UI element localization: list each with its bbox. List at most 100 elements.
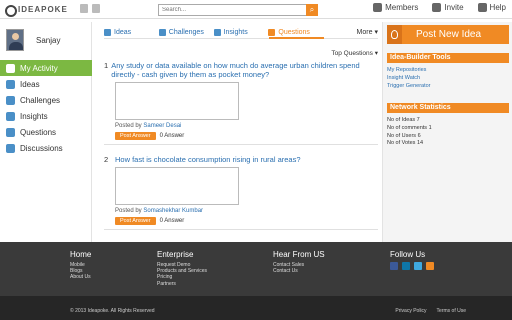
post-answer-button[interactable]: Post Answer [115,132,156,140]
sidebar-item-challenges[interactable]: Challenges [0,92,92,108]
stat-ideas: No of Ideas 7 [387,117,420,123]
facebook-icon[interactable] [390,262,398,270]
question-title-row: 2 How fast is chocolate consumption risi… [104,155,378,164]
search-input[interactable] [159,5,305,15]
question-title[interactable]: Any study or data available on how much … [111,61,378,79]
footer-link[interactable]: Contact Us [273,268,325,274]
members-link[interactable]: Members [373,3,418,12]
invite-icon [432,3,442,12]
sidebar-item-my-activity[interactable]: My Activity [0,60,92,76]
sidebar-item-label: My Activity [20,63,58,73]
copyright: © 2013 Ideapoke. All Rights Reserved [70,308,155,314]
tab-selected-underline [269,37,324,39]
tab-insights[interactable]: Insights [213,26,269,38]
search-box: ⌕ [158,4,318,16]
footer-home: Home Mobile Blogs About Us [70,250,91,281]
tab-divider [104,37,378,39]
legal-links: Privacy Policy Terms of Use [395,308,466,314]
post-answer-button[interactable]: Post Answer [115,217,156,225]
avatar[interactable] [6,29,24,51]
tool-link-insight-watch[interactable]: Insight Watch [387,75,509,83]
answer-count[interactable]: 0 Answer [160,218,185,224]
footer-link[interactable]: Partners [157,281,207,287]
chevron-down-icon: ▾ [374,50,378,57]
logo-icon [4,4,17,17]
rss-icon[interactable] [426,262,434,270]
footer-hear-from-us: Hear From US Contact Sales Contact Us [273,250,325,274]
tab-ideas[interactable]: Ideas [104,26,159,38]
footer-follow-us: Follow Us [390,250,434,270]
sidebar-item-label: Ideas [20,79,40,89]
challenges-icon [6,95,15,105]
ideas-tab-icon [104,28,111,36]
post-new-idea-button[interactable]: Post New Idea [387,25,509,44]
activity-icon [6,63,15,73]
sidebar-item-discussions[interactable]: Discussions [0,140,92,156]
ideas-icon [6,79,15,89]
top-bar: IDEAPOKE ⌕ Members Invite Help [0,0,512,19]
privacy-policy-link[interactable]: Privacy Policy [395,308,426,314]
username[interactable]: Sanjay [36,36,60,45]
content-tabs: Ideas Challenges Insights Questions More… [104,26,378,38]
footer-heading: Follow Us [390,250,426,259]
sidebar-item-label: Questions [20,127,57,137]
sidebar-item-questions[interactable]: Questions [0,124,92,140]
members-label: Members [385,3,419,12]
author-link[interactable]: Somashekhar Kumbar [143,208,203,214]
tab-label: Ideas [114,28,132,36]
main-content: Ideas Challenges Insights Questions More… [100,22,378,242]
linkedin-icon[interactable] [402,262,410,270]
questions-icon [6,127,15,137]
insights-tab-icon [213,28,221,36]
posted-by: Posted by Sameer Desai [115,123,378,129]
tab-more[interactable]: More ▾ [323,26,378,38]
stat-votes: No of Votes 14 [387,140,424,147]
post-new-idea-label: Post New Idea [416,29,482,40]
help-link[interactable]: Help [477,3,506,12]
sidebar-item-label: Discussions [20,143,63,153]
question-title-row: 1 Any study or data available on how muc… [104,61,378,79]
home-icon[interactable] [80,4,88,13]
question-item: 1 Any study or data available on how muc… [104,61,378,145]
sort-dropdown[interactable]: Top Questions ▾ [328,49,378,57]
invite-link[interactable]: Invite [432,3,464,12]
footer-heading: Home [70,250,92,259]
question-actions: Post Answer 0 Answer [115,217,378,225]
stat-comments: No of comments 1 [387,124,432,131]
chevron-down-icon: ▾ [374,29,378,36]
right-sidebar: Post New Idea Idea-Builder Tools My Repo… [382,22,512,242]
question-item: 2 How fast is chocolate consumption risi… [104,155,378,230]
posted-by-prefix: Posted by [115,208,142,214]
question-number: 1 [104,61,109,70]
twitter-icon[interactable] [414,262,422,270]
posted-by-prefix: Posted by [115,123,142,129]
profile: Sanjay [6,29,60,51]
tool-link-trigger-generator[interactable]: Trigger Generator [387,83,509,91]
logo-text: IDEAPOKE [18,4,68,14]
terms-of-use-link[interactable]: Terms of Use [437,308,466,314]
tab-label: Challenges [168,28,204,36]
tools-panel-title: Idea-Builder Tools [387,53,509,63]
question-title[interactable]: How fast is chocolate consumption rising… [115,155,301,164]
footer-link[interactable]: About Us [70,274,91,280]
search-icon[interactable]: ⌕ [306,4,318,16]
tab-label: Insights [223,28,248,36]
stat-users: No of Users 6 [387,132,421,139]
sidebar-item-ideas[interactable]: Ideas [0,76,92,92]
tab-challenges[interactable]: Challenges [158,26,214,38]
tools-list: My Repositories Insight Watch Trigger Ge… [387,67,509,90]
ideapoke-logo[interactable]: IDEAPOKE [4,4,68,17]
bottom-bar: © 2013 Ideapoke. All Rights Reserved Pri… [0,296,512,320]
answer-textarea[interactable] [115,167,239,205]
help-icon [477,3,487,12]
sidebar-item-insights[interactable]: Insights [0,108,92,124]
user-icon[interactable] [92,4,100,13]
insights-icon [6,111,15,121]
footer-heading: Enterprise [157,250,194,259]
answer-textarea[interactable] [115,82,239,120]
sidebar-item-label: Challenges [20,95,61,105]
sort-label: Top Questions [331,50,373,57]
tool-link-repositories[interactable]: My Repositories [387,67,509,75]
answer-count[interactable]: 0 Answer [160,133,185,139]
author-link[interactable]: Sameer Desai [143,123,181,129]
